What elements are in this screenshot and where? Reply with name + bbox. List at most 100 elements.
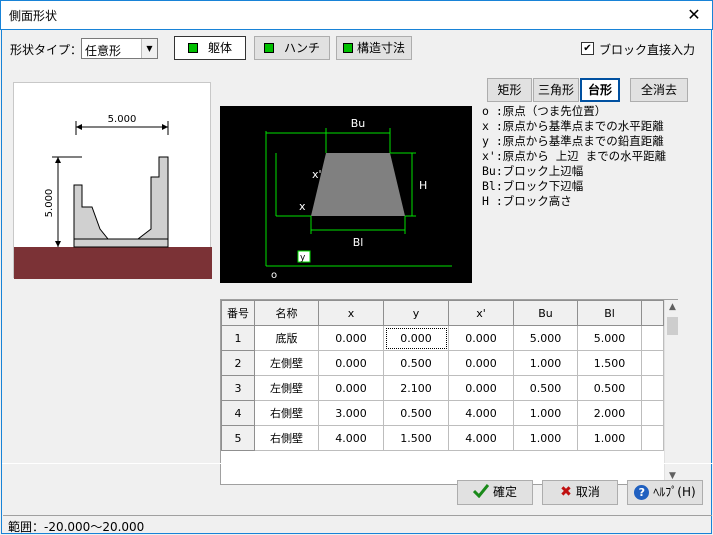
cell-bu[interactable]: 1.000 <box>513 425 578 451</box>
y-label: y <box>300 253 306 263</box>
base-slab <box>73 238 169 248</box>
shape-type-value: 任意形 <box>85 44 122 58</box>
cell-name[interactable]: 左側壁 <box>254 375 319 401</box>
cell-bu[interactable]: 5.000 <box>513 325 578 351</box>
cell-name[interactable]: 右側壁 <box>254 425 319 451</box>
col-header[interactable]: Bl <box>577 300 642 326</box>
dims-button-label: 構造寸法 <box>356 41 405 55</box>
cell-xprime[interactable]: 0.000 <box>448 375 514 401</box>
cell-x[interactable]: 3.000 <box>318 400 384 426</box>
col-header[interactable]: y <box>383 300 449 326</box>
row-number[interactable]: 3 <box>221 375 255 401</box>
cell-xprime[interactable]: 4.000 <box>448 400 514 426</box>
trapezoid-shape <box>311 153 405 216</box>
cell-y[interactable]: 0.500 <box>383 400 449 426</box>
col-header[interactable]: 番号 <box>221 300 255 326</box>
cell-bu[interactable]: 1.000 <box>513 350 578 376</box>
cell-name[interactable]: 底版 <box>254 325 319 351</box>
row-number[interactable]: 2 <box>221 350 255 376</box>
trapezoid-figure: Bu Bl H x' x y o <box>220 106 472 283</box>
cell-xprime[interactable]: 4.000 <box>448 425 514 451</box>
cell-x[interactable]: 0.000 <box>318 375 384 401</box>
xprime-label: x' <box>312 168 322 181</box>
table-row[interactable]: 1 底版 0.000 0.000 0.000 5.000 5.000 <box>221 325 664 351</box>
table-row[interactable]: 3 左側壁 0.000 2.100 0.000 0.500 0.500 <box>221 375 664 401</box>
dims-button[interactable]: 構造寸法 <box>336 36 412 60</box>
table-row[interactable]: 4 右側壁 3.000 0.500 4.000 1.000 2.000 <box>221 400 664 426</box>
row-number[interactable]: 5 <box>221 425 255 451</box>
cancel-button-label: 取消 <box>575 485 600 499</box>
footer-separator <box>2 463 713 464</box>
width-label: 5.000 <box>108 114 137 125</box>
clear-all-button[interactable]: 全消去 <box>630 78 688 102</box>
legend: o :原点（つま先位置） x :原点から基準点までの水平距離 y :原点から基準… <box>482 104 666 209</box>
col-header[interactable]: 名称 <box>254 300 319 326</box>
legend-item: x :原点から基準点までの水平距離 <box>482 119 664 133</box>
col-header[interactable]: x <box>318 300 384 326</box>
status-bar: 範囲：-20.000～20.000 <box>3 515 712 534</box>
cell-bu[interactable]: 0.500 <box>513 375 578 401</box>
cell-blank <box>641 400 664 426</box>
cell-y[interactable]: 0.500 <box>383 350 449 376</box>
table-header-row: 番号 名称 x y x' Bu Bl <box>221 300 664 326</box>
cancel-button[interactable]: ✖ 取消 <box>542 480 618 505</box>
cell-xprime[interactable]: 0.000 <box>448 325 514 351</box>
table-row[interactable]: 5 右側壁 4.000 1.500 4.000 1.000 1.000 <box>221 425 664 451</box>
cell-y[interactable]: 0.000 <box>383 325 449 351</box>
cell-xprime[interactable]: 0.000 <box>448 350 514 376</box>
cross-icon: ✖ <box>560 484 572 500</box>
origin-label: o <box>271 270 277 281</box>
block-table[interactable]: 番号 名称 x y x' Bu Bl 1 底版 0.000 0.000 0.00… <box>220 299 678 485</box>
range-text: 範囲：-20.000～20.000 <box>8 520 145 534</box>
cell-x[interactable]: 0.000 <box>318 350 384 376</box>
ok-button[interactable]: 確定 <box>457 480 533 505</box>
shape-type-select[interactable]: 任意形 ▼ <box>81 38 158 59</box>
close-icon[interactable]: ✕ <box>684 5 704 25</box>
cell-bu[interactable]: 1.000 <box>513 400 578 426</box>
arrow-left-icon <box>76 124 82 130</box>
cell-name[interactable]: 左側壁 <box>254 350 319 376</box>
table-scrollbar[interactable]: ▲ ▼ <box>664 300 679 484</box>
help-icon: ? <box>634 485 650 500</box>
chevron-down-icon: ▼ <box>141 39 157 58</box>
trapezoid-button[interactable]: 台形 <box>580 78 620 102</box>
col-header[interactable]: x' <box>448 300 514 326</box>
cell-x[interactable]: 4.000 <box>318 425 384 451</box>
row-number[interactable]: 1 <box>221 325 255 351</box>
cell-x[interactable]: 0.000 <box>318 325 384 351</box>
cell-y[interactable]: 1.500 <box>383 425 449 451</box>
ok-button-label: 確定 <box>492 485 517 499</box>
help-button[interactable]: ? ﾍﾙﾌﾟ(H) <box>627 480 703 505</box>
title-bar: 側面形状 ✕ <box>0 0 713 30</box>
cell-bl[interactable]: 1.000 <box>577 425 642 451</box>
left-wall <box>73 184 110 240</box>
preview-drawing: 5.000 5.000 <box>14 114 212 279</box>
help-button-label: ﾍﾙﾌﾟ(H) <box>653 485 696 499</box>
ground <box>14 247 212 279</box>
table-row[interactable]: 2 左側壁 0.000 0.500 0.000 1.000 1.500 <box>221 350 664 376</box>
legend-item: H :ブロック高さ <box>482 194 572 208</box>
triangle-button[interactable]: 三角形 <box>533 78 579 102</box>
height-label: 5.000 <box>44 189 55 218</box>
scroll-up-icon[interactable]: ▲ <box>665 300 680 315</box>
cell-blank <box>641 350 664 376</box>
cell-name[interactable]: 右側壁 <box>254 400 319 426</box>
block-direct-checkbox[interactable]: ✔ <box>581 42 594 55</box>
rect-button[interactable]: 矩形 <box>487 78 532 102</box>
cell-bl[interactable]: 1.500 <box>577 350 642 376</box>
green-square-icon <box>263 43 274 53</box>
legend-item: o :原点（つま先位置） <box>482 104 607 118</box>
col-header[interactable]: Bu <box>513 300 578 326</box>
cell-bl[interactable]: 0.500 <box>577 375 642 401</box>
haunch-button[interactable]: ハンチ <box>254 36 330 60</box>
cell-y[interactable]: 2.100 <box>383 375 449 401</box>
cell-bl[interactable]: 5.000 <box>577 325 642 351</box>
row-number[interactable]: 4 <box>221 400 255 426</box>
body-button[interactable]: 躯体 <box>174 36 246 60</box>
shape-preview: 5.000 5.000 <box>13 82 212 279</box>
green-square-icon <box>342 43 353 53</box>
scroll-thumb[interactable] <box>667 317 678 335</box>
cell-bl[interactable]: 2.000 <box>577 400 642 426</box>
green-square-icon <box>187 43 198 53</box>
arrow-down-icon <box>55 241 61 247</box>
